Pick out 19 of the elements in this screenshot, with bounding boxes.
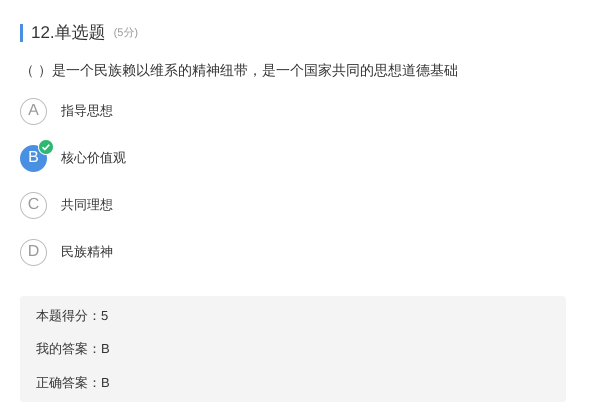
check-icon <box>38 138 54 154</box>
result-line: 本题得分：5 <box>36 306 110 324</box>
points-label: (5分) <box>114 26 138 40</box>
option-letter: D <box>20 238 47 266</box>
answer-option[interactable]: B 核心价值观 <box>20 138 134 172</box>
option-label: 指导思想 <box>61 102 113 120</box>
result-line: 正确答案：B <box>36 374 111 392</box>
option-letter: C <box>20 192 47 218</box>
question-text: （ ）是一个民族赖以维系的精神纽带，是一个国家共同的思想道德基础 <box>20 60 459 80</box>
option-label: 民族精神 <box>61 243 113 262</box>
option-label: 共同理想 <box>61 196 113 214</box>
accent-bar <box>20 24 23 42</box>
answer-option[interactable]: D 民族精神 <box>20 232 121 266</box>
result-line: 我的答案：B <box>36 340 111 358</box>
answer-option[interactable]: C 共同理想 <box>20 184 121 218</box>
question-title: 12.单选题 <box>31 22 106 44</box>
answer-option[interactable]: A 指导思想 <box>20 90 121 124</box>
option-label: 核心价值观 <box>61 149 126 168</box>
option-letter: A <box>20 98 47 124</box>
